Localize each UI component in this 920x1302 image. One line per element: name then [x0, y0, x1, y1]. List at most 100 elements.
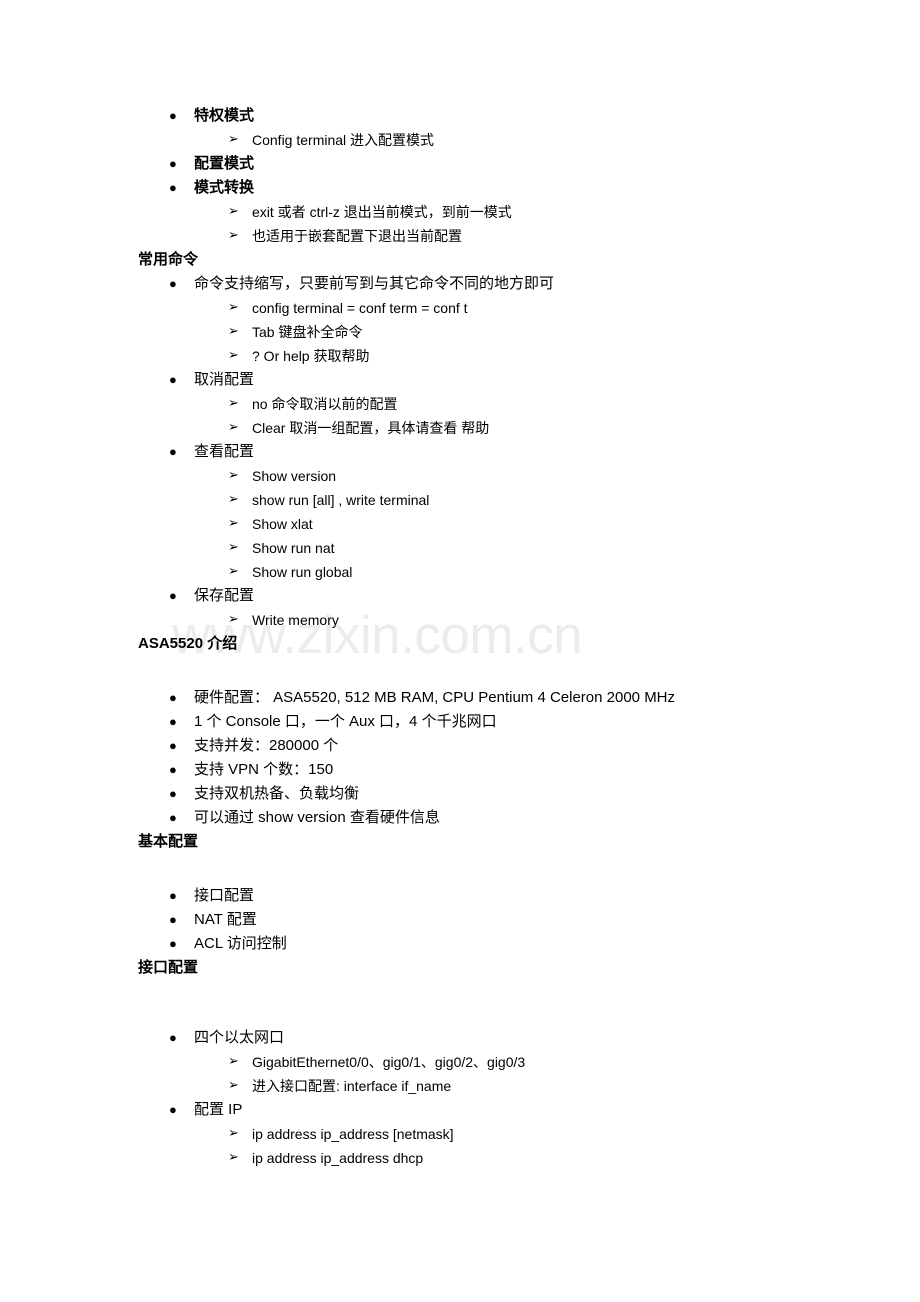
- sub-list-item: ➢ 进入接口配置: interface if_name: [138, 1074, 890, 1098]
- list-item-label: 支持 VPN 个数：150: [194, 761, 334, 778]
- document-page: www.zixin.com.cn ● 特权模式 ➢ Config terminal 进…: [0, 0, 920, 1302]
- bullet-arrow-icon: ➢: [228, 228, 239, 243]
- document-content: ● 特权模式 ➢ Config terminal 进入配置模式 ● 配置模式 ● 模式转换 ➢ e…: [138, 104, 890, 1170]
- sub-list-item: ➢ show run [all] , write terminal: [138, 488, 890, 512]
- sub-list-item-label: Show version: [252, 468, 337, 484]
- list-item: ● 配置 IP: [138, 1098, 890, 1122]
- bullet-disc-icon: ●: [169, 372, 177, 387]
- sub-list-item: ➢ ip address ip_address [netmask]: [138, 1122, 890, 1146]
- bullet-arrow-icon: ➢: [228, 468, 239, 483]
- list-item: ● 保存配置: [138, 584, 890, 608]
- sub-list-item-label: Tab 键盘补全命令: [252, 324, 363, 340]
- bullet-arrow-icon: ➢: [228, 1078, 239, 1093]
- bullet-disc-icon: ●: [169, 936, 177, 951]
- list-item-label: 硬件配置： ASA5520, 512 MB RAM, CPU Pentium 4…: [194, 689, 676, 706]
- list-item-label: 查看配置: [194, 443, 255, 460]
- sub-list-item: ➢ Show run nat: [138, 536, 890, 560]
- list-item: ● 接口配置: [138, 884, 890, 908]
- bullet-disc-icon: ●: [169, 810, 177, 825]
- sub-list-item-label: Clear 取消一组配置，具体请查看 帮助: [252, 420, 490, 436]
- sub-list-item-label: GigabitEthernet0/0、gig0/1、gig0/2、gig0/3: [252, 1054, 526, 1070]
- list-item-label: 配置 IP: [194, 1101, 243, 1118]
- sub-list-item-label: 进入接口配置: interface if_name: [252, 1078, 452, 1094]
- bullet-arrow-icon: ➢: [228, 564, 239, 579]
- bullet-disc-icon: ●: [169, 786, 177, 801]
- bullet-disc-icon: ●: [169, 738, 177, 753]
- bullet-disc-icon: ●: [169, 156, 177, 171]
- sub-list-item: ➢ Show run global: [138, 560, 890, 584]
- list-item-label: NAT 配置: [194, 911, 257, 928]
- sub-list-item: ➢ Clear 取消一组配置，具体请查看 帮助: [138, 416, 890, 440]
- list-item-label: ACL 访问控制: [194, 935, 287, 952]
- list-item-label: 保存配置: [194, 587, 255, 604]
- sub-list-item-label: ? Or help 获取帮助: [252, 348, 370, 364]
- bullet-arrow-icon: ➢: [228, 132, 239, 147]
- list-item: ● 配置模式: [138, 152, 890, 176]
- sub-list-item: ➢ exit 或者 ctrl-z 退出当前模式，到前一模式: [138, 200, 890, 224]
- bullet-arrow-icon: ➢: [228, 516, 239, 531]
- section-heading-3: 接口配置: [138, 959, 199, 976]
- list-item: ● 可以通过 show version 查看硬件信息: [138, 806, 890, 830]
- list-item: ● 支持 VPN 个数：150: [138, 758, 890, 782]
- bullet-arrow-icon: ➢: [228, 396, 239, 411]
- bullet-arrow-icon: ➢: [228, 348, 239, 363]
- list-item-label: 命令支持缩写，只要前写到与其它命令不同的地方即可: [194, 275, 555, 292]
- list-item: ● 命令支持缩写，只要前写到与其它命令不同的地方即可: [138, 272, 890, 296]
- list-item: ● 四个以太网口: [138, 1026, 890, 1050]
- section-heading-0: 常用命令: [138, 251, 199, 268]
- bullet-disc-icon: ●: [169, 180, 177, 195]
- sub-list-item-label: config terminal = conf term = conf t: [252, 300, 468, 316]
- sub-list-item-label: ip address ip_address dhcp: [252, 1150, 424, 1166]
- list-item: ● ACL 访问控制: [138, 932, 890, 956]
- bullet-disc-icon: ●: [169, 912, 177, 927]
- bullet-arrow-icon: ➢: [228, 1126, 239, 1141]
- sub-list-item-label: Show run nat: [252, 540, 335, 556]
- list-item-label: 模式转换: [194, 179, 255, 196]
- list-item-label: 支持双机热备、负载均衡: [194, 785, 360, 802]
- bullet-disc-icon: ●: [169, 588, 177, 603]
- sub-list-item: ➢ ? Or help 获取帮助: [138, 344, 890, 368]
- list-item-label: 支持并发：280000 个: [194, 737, 339, 754]
- sub-list-item-label: Config terminal 进入配置模式: [252, 132, 435, 148]
- sub-list-item: ➢ config terminal = conf term = conf t: [138, 296, 890, 320]
- sub-list-item-label: Write memory: [252, 612, 339, 628]
- bullet-arrow-icon: ➢: [228, 204, 239, 219]
- list-item-label: 特权模式: [194, 107, 255, 124]
- sub-list-item-label: 也适用于嵌套配置下退出当前配置: [252, 228, 462, 244]
- list-item-label: 可以通过 show version 查看硬件信息: [194, 809, 440, 826]
- section-heading-2: 基本配置: [138, 833, 199, 850]
- sub-list-item-label: show run [all] , write terminal: [252, 492, 430, 508]
- bullet-arrow-icon: ➢: [228, 492, 239, 507]
- list-item-label: 四个以太网口: [194, 1029, 285, 1046]
- list-item-label: 1 个 Console 口，一个 Aux 口，4 个千兆网口: [194, 713, 497, 730]
- bullet-disc-icon: ●: [169, 1102, 177, 1117]
- bullet-arrow-icon: ➢: [228, 1150, 239, 1165]
- list-item-label: 取消配置: [194, 371, 255, 388]
- bullet-arrow-icon: ➢: [228, 300, 239, 315]
- bullet-arrow-icon: ➢: [228, 540, 239, 555]
- list-item-label: 配置模式: [194, 155, 255, 172]
- sub-list-item: ➢ Show version: [138, 464, 890, 488]
- bullet-arrow-icon: ➢: [228, 1054, 239, 1069]
- sub-list-item: ➢ Write memory: [138, 608, 890, 632]
- sub-list-item-label: no 命令取消以前的配置: [252, 396, 398, 412]
- sub-list-item: ➢ no 命令取消以前的配置: [138, 392, 890, 416]
- bullet-disc-icon: ●: [169, 108, 177, 123]
- list-item: ● 特权模式: [138, 104, 890, 128]
- bullet-disc-icon: ●: [169, 1030, 177, 1045]
- sub-list-item: ➢ Show xlat: [138, 512, 890, 536]
- list-item: ● 硬件配置： ASA5520, 512 MB RAM, CPU Pentium …: [138, 686, 890, 710]
- list-item: ● 1 个 Console 口，一个 Aux 口，4 个千兆网口: [138, 710, 890, 734]
- section-heading-1: ASA5520 介绍: [138, 635, 238, 652]
- sub-list-item-label: ip address ip_address [netmask]: [252, 1126, 454, 1142]
- sub-list-item: ➢ Config terminal 进入配置模式: [138, 128, 890, 152]
- bullet-disc-icon: ●: [169, 762, 177, 777]
- bullet-disc-icon: ●: [169, 690, 177, 705]
- bullet-arrow-icon: ➢: [228, 420, 239, 435]
- bullet-disc-icon: ●: [169, 714, 177, 729]
- sub-list-item: ➢ 也适用于嵌套配置下退出当前配置: [138, 224, 890, 248]
- list-item: ● 查看配置: [138, 440, 890, 464]
- list-item-label: 接口配置: [194, 887, 255, 904]
